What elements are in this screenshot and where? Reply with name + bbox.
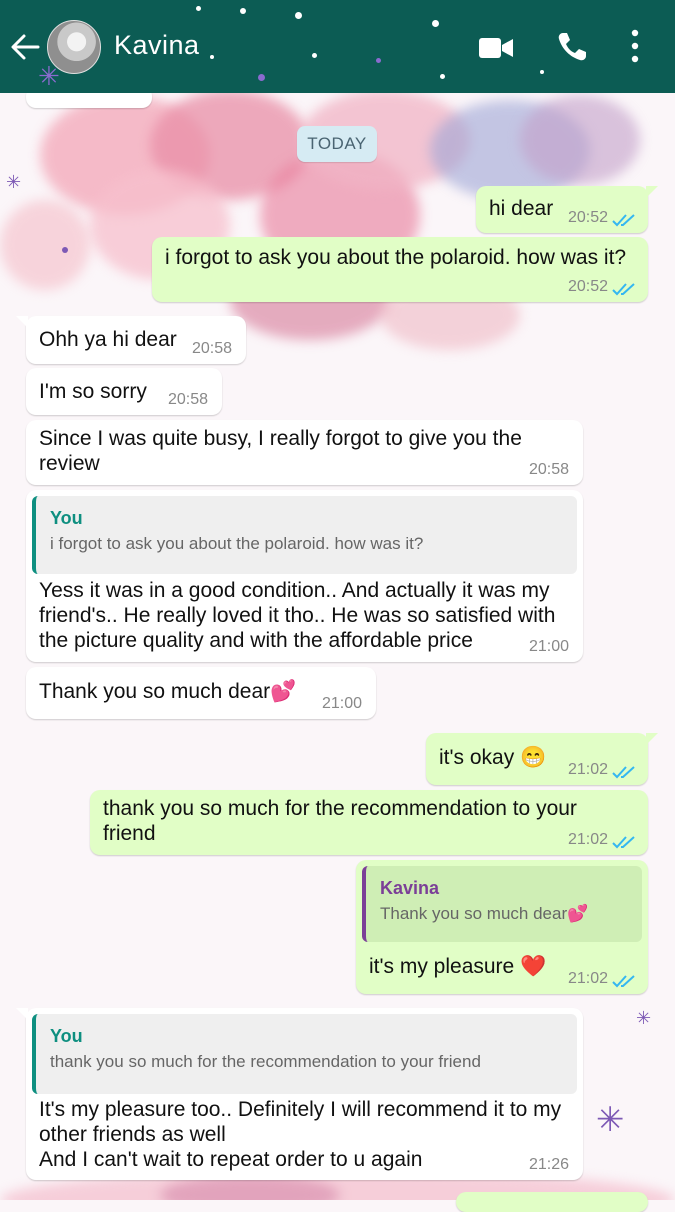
quoted-message[interactable]: You i forgot to ask you about the polaro…: [32, 496, 577, 574]
read-ticks-icon: [612, 283, 635, 296]
contact-name[interactable]: Kavina: [114, 30, 200, 61]
message-bubble-out[interactable]: hi dear 20:52: [476, 186, 648, 233]
message-bubble-partial[interactable]: [456, 1192, 648, 1212]
read-ticks-icon: [612, 766, 635, 779]
message-time: 21:02: [567, 970, 608, 987]
video-call-icon[interactable]: [478, 36, 514, 60]
message-text: Ohh ya hi dear: [39, 328, 177, 351]
message-bubble-in[interactable]: Ohh ya hi dear 20:58: [26, 316, 246, 364]
message-bubble-out[interactable]: Kavina Thank you so much dear💕 it's my p…: [356, 860, 648, 994]
message-bubble-in[interactable]: You i forgot to ask you about the polaro…: [26, 490, 583, 662]
arrow-left-icon[interactable]: [8, 30, 42, 64]
quoted-message[interactable]: Kavina Thank you so much dear💕: [362, 866, 642, 942]
read-ticks-icon: [612, 975, 635, 988]
message-text: hi dear: [489, 197, 554, 220]
quote-author: Kavina: [380, 878, 440, 898]
message-text: i forgot to ask you about the polaroid. …: [165, 246, 627, 269]
message-time: 21:00: [528, 638, 569, 655]
more-vert-icon[interactable]: [628, 28, 642, 64]
message-text: I'm so sorry: [39, 380, 147, 403]
message-text: Thank you so much dear💕: [39, 680, 297, 703]
quote-author: You: [50, 1026, 83, 1046]
message-time: 20:52: [567, 209, 608, 226]
chat-header: ✳ Kavina: [0, 0, 675, 93]
message-time: 20:58: [528, 461, 569, 478]
quoted-message[interactable]: You thank you so much for the recommenda…: [32, 1014, 577, 1094]
date-chip: TODAY: [297, 126, 377, 162]
message-bubble-in[interactable]: Since I was quite busy, I really forgot …: [26, 420, 583, 485]
message-time: 21:02: [567, 831, 608, 848]
message-bubble-out[interactable]: i forgot to ask you about the polaroid. …: [152, 237, 648, 302]
quote-text: thank you so much for the recommendation…: [50, 1052, 481, 1071]
read-ticks-icon: [612, 214, 635, 227]
message-text: it's okay 😁: [439, 746, 547, 769]
quote-text: i forgot to ask you about the polaroid. …: [50, 534, 424, 553]
message-time: 20:58: [167, 391, 208, 408]
message-time: 21:02: [567, 761, 608, 778]
message-bubble-out[interactable]: it's okay 😁 21:02: [426, 733, 648, 785]
quote-text: Thank you so much dear💕: [380, 904, 589, 923]
phone-icon[interactable]: [555, 30, 589, 64]
message-time: 21:26: [528, 1156, 569, 1173]
quote-author: You: [50, 508, 83, 528]
message-bubble-in[interactable]: I'm so sorry 20:58: [26, 368, 222, 415]
message-text: thank you so much for the recommendation…: [103, 797, 577, 845]
message-text: It's my pleasure too.. Definitely I will…: [39, 1098, 562, 1171]
message-bubble-out[interactable]: thank you so much for the recommendation…: [90, 790, 648, 855]
message-time: 21:00: [321, 695, 362, 712]
message-text: it's my pleasure ❤️: [369, 955, 547, 978]
message-time: 20:52: [567, 278, 608, 295]
message-text: Since I was quite busy, I really forgot …: [39, 427, 522, 475]
message-text: Yess it was in a good condition.. And ac…: [39, 579, 556, 652]
message-time: 20:58: [191, 340, 232, 357]
message-bubble-in[interactable]: Thank you so much dear💕 21:00: [26, 667, 376, 719]
read-ticks-icon: [612, 836, 635, 849]
message-bubble-in[interactable]: You thank you so much for the recommenda…: [26, 1008, 583, 1180]
star-icon: ✳: [38, 62, 60, 92]
